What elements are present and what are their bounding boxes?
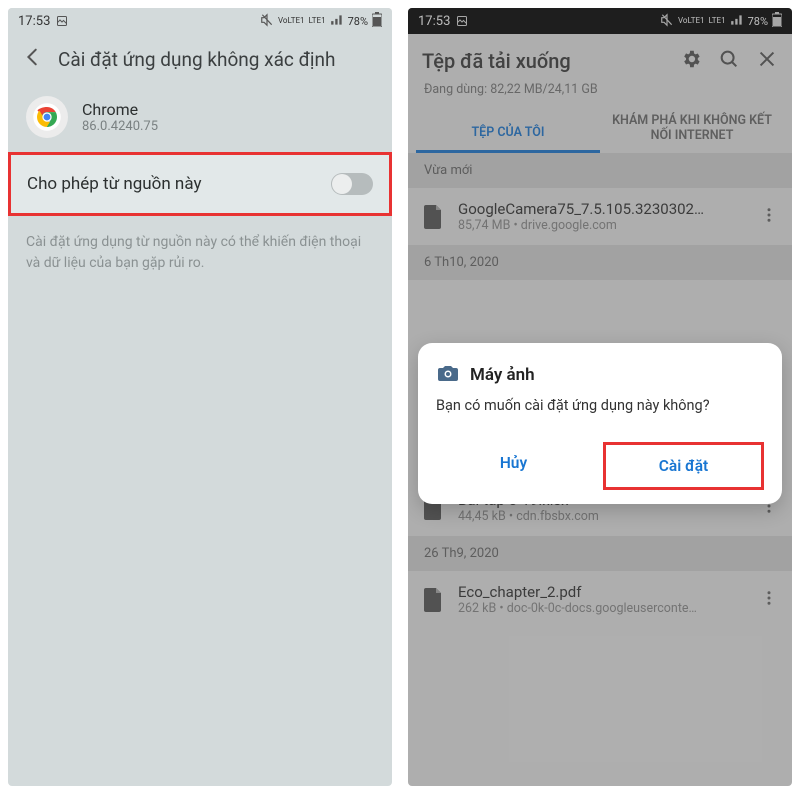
- mute-icon: [260, 13, 274, 30]
- app-info-row: Chrome 86.0.4240.75: [8, 88, 392, 152]
- chrome-icon: [26, 96, 68, 138]
- volte-indicator: VoLTE1: [278, 17, 305, 25]
- battery-percent: 78%: [348, 15, 368, 28]
- permission-label: Cho phép từ nguồn này: [27, 174, 201, 194]
- allow-from-source-row[interactable]: Cho phép từ nguồn này: [8, 152, 392, 216]
- signal-icon: [330, 13, 344, 30]
- gallery-icon: [56, 15, 68, 27]
- statusbar: 17:53 VoLTE1 LTE1 78%: [8, 8, 392, 34]
- phone-downloads-screen: 17:53 VoLTE1 LTE1 78% Tệp đã tải xuống: [408, 8, 792, 786]
- app-version: 86.0.4240.75: [82, 119, 158, 134]
- permission-description: Cài đặt ứng dụng từ nguồn này có thể khi…: [8, 216, 392, 290]
- back-icon[interactable]: [22, 46, 44, 72]
- permission-toggle[interactable]: [331, 173, 373, 195]
- cancel-button[interactable]: Hủy: [436, 442, 591, 490]
- page-title: Cài đặt ứng dụng không xác định: [58, 48, 336, 71]
- status-time: 17:53: [18, 14, 50, 29]
- header: Cài đặt ứng dụng không xác định: [8, 34, 392, 88]
- phone-settings-screen: 17:53 VoLTE1 LTE1 78% Cài đặt ứng dụng k…: [8, 8, 392, 786]
- dialog-title: Máy ảnh: [470, 365, 535, 385]
- install-button[interactable]: Cài đặt: [603, 442, 764, 490]
- camera-icon: [436, 361, 460, 389]
- dialog-message: Bạn có muốn cài đặt ứng dụng này không?: [436, 397, 764, 414]
- battery-icon: [372, 12, 382, 30]
- app-name: Chrome: [82, 100, 158, 119]
- install-dialog: Máy ảnh Bạn có muốn cài đặt ứng dụng này…: [418, 343, 782, 504]
- lte-indicator: LTE1: [309, 17, 326, 25]
